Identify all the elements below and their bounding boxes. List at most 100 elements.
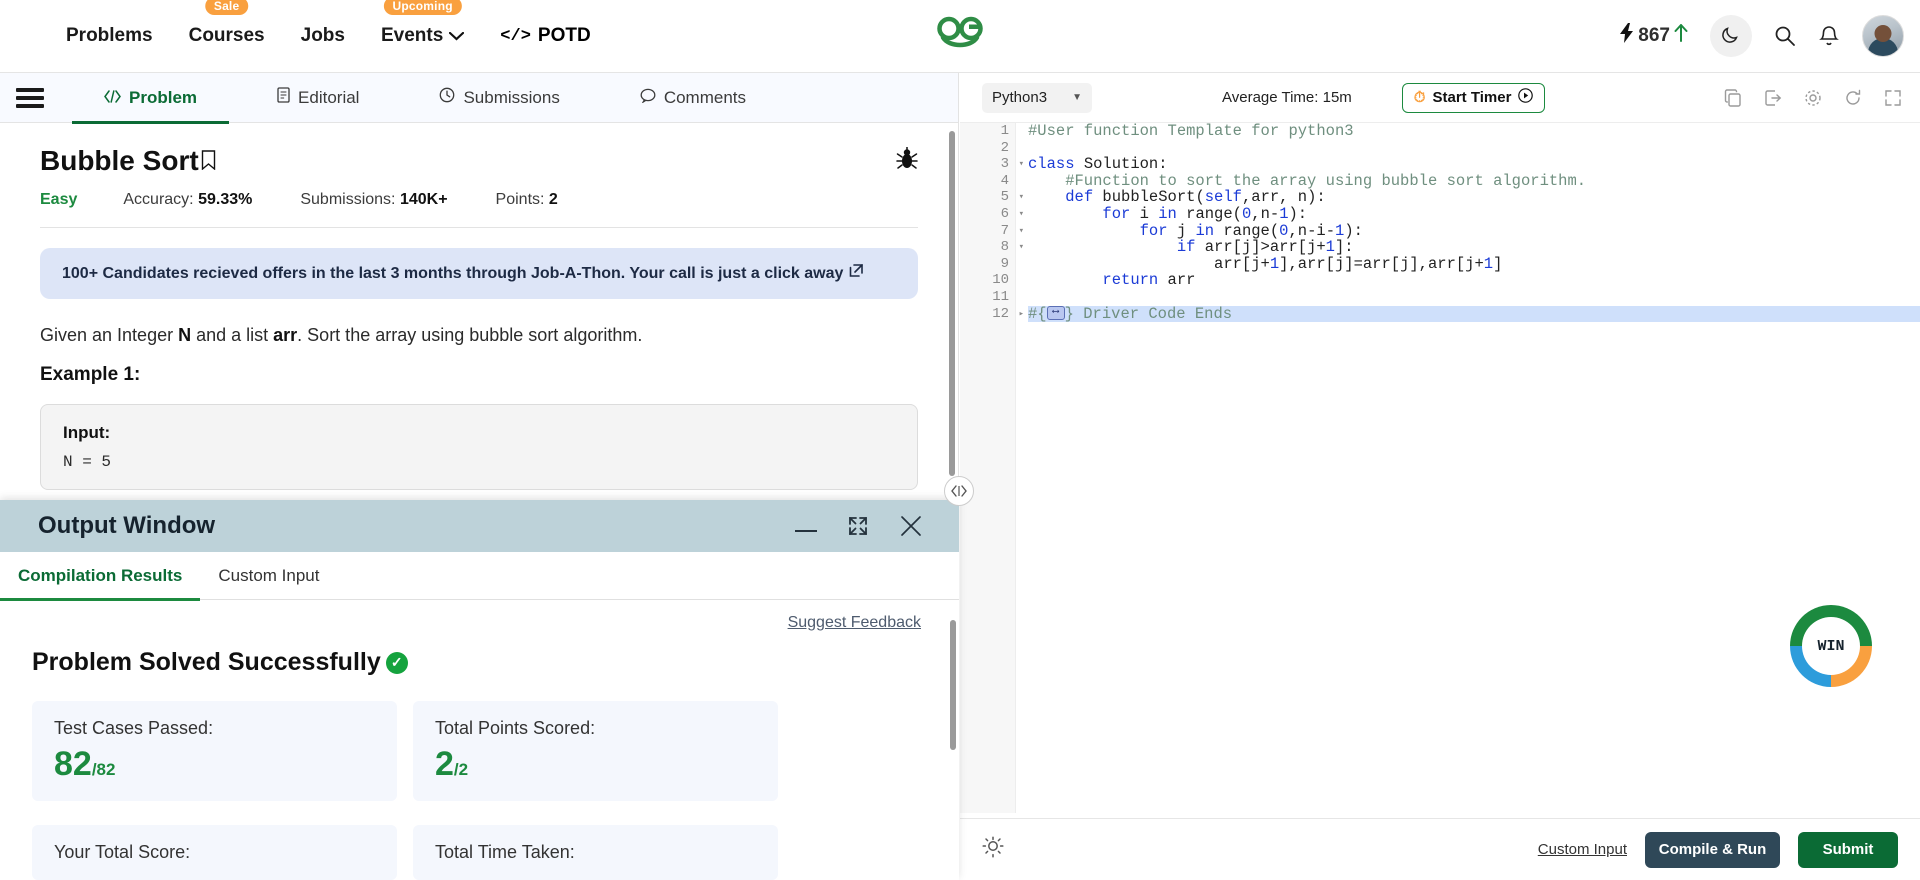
nav-item-label: Jobs [300,25,345,46]
code-line: #Function to sort the array using bubble… [1028,171,1587,190]
output-window-header: Output Window [0,500,959,552]
tab-editorial[interactable]: Editorial [237,73,399,123]
problem-scrollbar[interactable] [949,131,955,476]
fullscreen-icon[interactable] [1884,89,1902,107]
fold-toggle-icon[interactable]: ▸ [1019,306,1024,323]
bottom-bar-actions: Custom Input Compile & Run Submit [1538,831,1898,868]
hamburger-menu-icon[interactable] [16,84,44,112]
fold-toggle-icon[interactable]: ▾ [1019,239,1024,256]
editor-tool-icons [1724,88,1902,107]
chevron-down-icon [449,29,465,44]
desc-part-3: . Sort the array using bubble sort algor… [297,325,643,345]
dark-mode-toggle[interactable] [1710,15,1752,57]
win-badge[interactable]: WIN [1790,605,1872,687]
panel-splitter-handle[interactable] [944,476,974,506]
lightbulb-icon[interactable] [982,835,1004,864]
fold-toggle-icon[interactable]: ▾ [1019,189,1024,206]
promo-banner[interactable]: 100+ Candidates recieved offers in the l… [40,248,918,299]
reset-icon[interactable] [1844,89,1862,107]
bookmark-icon[interactable] [201,145,216,177]
problem-meta: Easy Accuracy: 59.33% Submissions: 140K+… [40,191,918,209]
card-value-number: 2 [435,745,454,783]
nav-item-label: Events [380,25,444,46]
copy-icon[interactable] [1724,88,1742,107]
output-scrollbar[interactable] [950,620,956,750]
tab-label: Problem [129,87,198,107]
custom-input-link[interactable]: Custom Input [1538,841,1627,858]
points-value: 2 [548,191,558,208]
line-number: 6 ▾ [1000,205,1024,222]
tab-problem[interactable]: Problem [64,73,237,124]
nav-item-courses[interactable]: Sale Courses [171,0,283,56]
nav-item-label: Courses [188,25,265,46]
upload-icon[interactable] [1764,89,1782,107]
code-content[interactable]: #User function Template for python3 clas… [1028,123,1920,323]
code-editor[interactable]: 1 2 3 ▾ 4 5 ▾ 6 ▾ 7 ▾ 8 ▾ 9 10 11 12 ▸ #User f… [960,123,1920,813]
tab-submissions[interactable]: Submissions [399,73,599,123]
points-stat: Points: 2 [496,191,558,209]
submissions-label: Submissions: [300,191,396,208]
example-input-label: Input: [63,423,111,442]
tab-comments[interactable]: Comments [600,73,786,123]
search-icon[interactable] [1774,25,1796,47]
desc-part-1: Given an Integer [40,325,179,345]
nav-item-potd[interactable]: </> POTD [482,25,608,47]
line-number: 3 ▾ [1000,156,1024,173]
document-icon [277,87,290,108]
page-title: Bubble Sort [40,145,216,177]
problem-tabbar: Problem Editorial Submissions Comments [0,73,958,124]
output-window-body: Suggest Feedback Problem Solved Successf… [0,600,959,880]
points-label: Points: [495,191,545,208]
line-number: 10 [992,272,1009,289]
fold-toggle-icon[interactable]: ▾ [1019,156,1024,173]
play-icon [1518,88,1534,107]
fold-toggle-icon[interactable]: ▾ [1019,206,1024,223]
desc-part-2: and a list [191,325,274,345]
output-window-title: Output Window [38,512,216,539]
editor-toolbar: Python3 ▼ Average Time: 15m ⏱ Start Time… [960,73,1920,123]
collapsed-region-chip[interactable]: ⟷ [1046,306,1065,321]
streak-counter[interactable]: 867 [1620,23,1688,49]
nav-item-events[interactable]: Upcoming Events [363,0,482,56]
gfg-logo[interactable] [929,8,991,65]
code-line: arr[j+1],arr[j]=arr[j],arr[j+1] [1028,254,1503,273]
example-heading: Example 1: [40,364,141,385]
fold-toggle-icon[interactable]: ▾ [1019,223,1024,240]
close-icon[interactable] [899,514,923,538]
language-select[interactable]: Python3 ▼ [982,82,1092,113]
lightning-icon [1620,23,1634,49]
line-number: 12 ▸ [992,305,1024,322]
code-line: #User function Template for python3 [1028,123,1354,140]
submissions-stat: Submissions: 140K+ [300,191,447,209]
submit-label: Submit [1822,841,1874,858]
problem-title-text: Bubble Sort [40,145,199,176]
bell-icon[interactable] [1818,25,1840,47]
bug-report-icon[interactable] [896,145,918,176]
external-link-icon [849,264,864,283]
maximize-icon[interactable] [847,515,869,537]
output-tab-compilation-results[interactable]: Compilation Results [0,552,201,601]
code-icon [104,88,121,108]
nav-item-jobs[interactable]: Jobs [283,16,363,56]
clock-icon [439,87,455,108]
output-tab-custom-input[interactable]: Custom Input [200,552,337,600]
accuracy-label: Accuracy: [123,191,194,208]
submit-button[interactable]: Submit [1798,831,1898,868]
suggest-feedback-label: Suggest Feedback [787,614,921,631]
compile-and-run-button[interactable]: Compile & Run [1645,831,1780,868]
card-value-suffix: /2 [453,760,469,779]
settings-icon[interactable] [1804,89,1822,107]
difficulty-badge: Easy [40,191,78,208]
language-value: Python3 [992,89,1048,106]
avatar[interactable] [1862,15,1904,57]
start-timer-button[interactable]: ⏱ Start Timer [1401,82,1546,113]
nav-item-problems[interactable]: Problems [48,16,171,56]
upcoming-badge: Upcoming [383,0,462,15]
output-tab-label: Compilation Results [18,565,183,585]
minimize-icon[interactable] [795,520,817,532]
suggest-feedback-link[interactable]: Suggest Feedback [0,600,959,632]
code-icon: </> [500,26,531,46]
nav-right-actions: 867 [1620,15,1904,57]
card-label: Total Time Taken: [435,842,575,862]
